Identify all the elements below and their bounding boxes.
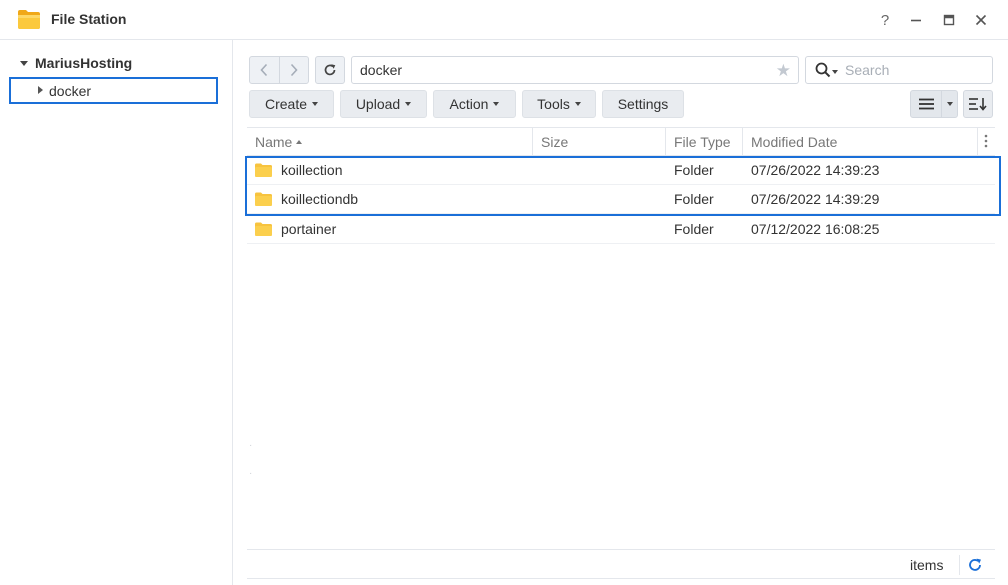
history-nav (249, 56, 309, 84)
forward-button[interactable] (278, 57, 309, 83)
table-row[interactable]: portainer Folder 07/12/2022 16:08:25 (247, 215, 995, 244)
refresh-button[interactable] (315, 56, 345, 84)
sort-ascending-icon (296, 140, 303, 144)
chevron-down-icon (574, 102, 581, 106)
tree-root-label: MariusHosting (35, 55, 133, 71)
grid-divider-dot: · (249, 468, 253, 479)
create-button-label: Create (264, 96, 308, 112)
title-bar: File Station ? (0, 0, 1008, 40)
action-button[interactable]: Action (433, 90, 516, 118)
file-grid-header: Name Size File Type Modified Date (247, 127, 995, 156)
file-modified-date: 07/12/2022 16:08:25 (751, 221, 880, 237)
maximize-icon[interactable] (939, 10, 959, 30)
file-type: Folder (674, 162, 714, 178)
column-resizer[interactable] (742, 128, 743, 156)
tools-button-label: Tools (537, 96, 570, 112)
column-resizer[interactable] (532, 128, 533, 156)
chevron-down-icon (946, 102, 953, 106)
chevron-down-icon (832, 69, 838, 74)
path-bar[interactable]: ★ (351, 56, 799, 84)
column-header-size[interactable]: Size (541, 134, 568, 150)
file-type: Folder (674, 191, 714, 207)
file-name: koillection (281, 162, 343, 178)
footer-divider (959, 555, 960, 575)
search-input[interactable] (845, 62, 985, 78)
settings-button[interactable]: Settings (602, 90, 684, 118)
back-button[interactable] (250, 57, 279, 83)
upload-button[interactable]: Upload (340, 90, 427, 118)
folder-icon (255, 222, 272, 236)
help-icon[interactable]: ? (875, 10, 895, 30)
items-count: items (910, 557, 944, 573)
folder-icon (255, 192, 272, 206)
forward-icon (290, 63, 298, 77)
folder-app-icon (18, 10, 40, 29)
sort-button[interactable] (963, 90, 993, 118)
create-button[interactable]: Create (249, 90, 334, 118)
action-button-label: Action (449, 96, 489, 112)
chevron-down-icon (405, 102, 412, 106)
refresh-icon[interactable] (967, 557, 983, 573)
file-type: Folder (674, 221, 714, 237)
chevron-down-icon (493, 102, 500, 106)
refresh-icon (324, 64, 336, 76)
list-view-button[interactable] (911, 91, 942, 117)
tools-button[interactable]: Tools (522, 90, 596, 118)
table-row[interactable]: koillectiondb Folder 07/26/2022 14:39:29 (247, 185, 995, 214)
view-mode-button[interactable] (910, 90, 958, 118)
sidebar-item-docker[interactable]: docker (9, 77, 218, 104)
file-name: koillectiondb (281, 191, 359, 207)
back-icon (260, 63, 268, 77)
table-row[interactable]: koillection Folder 07/26/2022 14:39:23 (247, 156, 995, 185)
app-title: File Station (51, 11, 127, 27)
close-icon[interactable] (971, 10, 991, 30)
tree-root-mariushosting[interactable]: MariusHosting (20, 54, 132, 72)
search-scope-button[interactable] (815, 62, 838, 78)
status-bar: items (247, 549, 995, 579)
column-header-file-type[interactable]: File Type (674, 134, 731, 150)
folder-icon (255, 163, 272, 177)
path-input[interactable] (360, 62, 760, 78)
chevron-down-icon (312, 102, 319, 106)
star-icon[interactable]: ★ (776, 61, 791, 81)
search-box[interactable] (805, 56, 993, 84)
file-modified-date: 07/26/2022 14:39:29 (751, 191, 880, 207)
column-menu-icon[interactable] (984, 134, 988, 150)
minimize-icon[interactable] (906, 10, 926, 30)
column-resizer[interactable] (665, 128, 666, 156)
sidebar-item-label: docker (49, 82, 92, 99)
view-mode-dropdown[interactable] (942, 91, 957, 117)
caret-right-icon[interactable] (38, 86, 43, 94)
file-modified-date: 07/26/2022 14:39:23 (751, 162, 880, 178)
sidebar: MariusHosting docker (0, 40, 233, 585)
file-name: portainer (281, 221, 337, 237)
upload-button-label: Upload (355, 96, 401, 112)
column-resizer[interactable] (977, 128, 978, 156)
column-header-name[interactable]: Name (255, 134, 303, 150)
grid-divider-dot: · (249, 440, 253, 451)
list-view-icon (918, 98, 934, 110)
sort-icon (969, 98, 987, 111)
column-header-name-label: Name (255, 134, 293, 150)
column-header-modified-date[interactable]: Modified Date (751, 134, 837, 150)
settings-button-label: Settings (617, 96, 669, 112)
caret-down-icon[interactable] (20, 60, 28, 66)
search-icon (815, 62, 831, 78)
